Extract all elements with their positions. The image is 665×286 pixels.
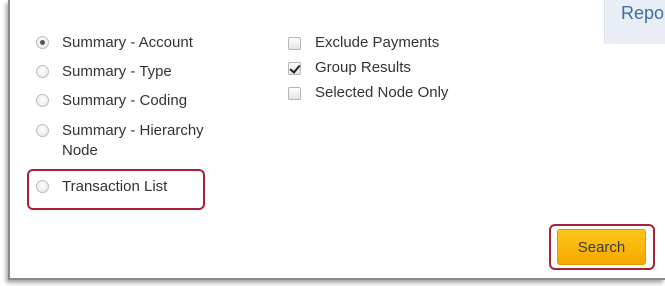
radio-label: Summary - Coding bbox=[62, 92, 188, 109]
checkbox[interactable] bbox=[288, 36, 301, 50]
radio-button[interactable] bbox=[36, 65, 49, 78]
checkbox-exclude-payments[interactable]: Exclude Payments bbox=[288, 33, 439, 53]
radio-label: Summary - Account bbox=[62, 34, 193, 51]
radio-summary-hierarchy-node[interactable]: Summary - Hierarchy Node bbox=[36, 121, 232, 161]
radio-summary-account[interactable]: Summary - Account bbox=[36, 33, 232, 53]
checkbox-label: Selected Node Only bbox=[315, 84, 449, 101]
radio-button-selected[interactable] bbox=[36, 36, 49, 49]
radio-button[interactable] bbox=[36, 124, 49, 137]
report-tab-label: Repo bbox=[621, 3, 665, 23]
search-button[interactable]: Search bbox=[557, 229, 646, 265]
checkbox[interactable] bbox=[288, 86, 301, 100]
radio-button[interactable] bbox=[36, 94, 49, 107]
checkbox-checked[interactable] bbox=[288, 61, 301, 75]
checkbox-selected-node-only[interactable]: Selected Node Only bbox=[288, 83, 448, 103]
transaction-list-highlight bbox=[27, 169, 205, 210]
checkbox-label: Group Results bbox=[315, 59, 411, 76]
radio-summary-coding[interactable]: Summary - Coding bbox=[36, 91, 232, 111]
report-options-screen: Repo Summary - Account Summary - Type Su… bbox=[0, 0, 665, 286]
checkbox-group-results[interactable]: Group Results bbox=[288, 58, 411, 78]
radio-label: Summary - Hierarchy Node bbox=[62, 122, 204, 159]
radio-summary-type[interactable]: Summary - Type bbox=[36, 62, 232, 82]
checkbox-label: Exclude Payments bbox=[315, 34, 440, 51]
report-tab[interactable]: Repo bbox=[604, 0, 665, 44]
radio-label: Summary - Type bbox=[62, 63, 172, 80]
